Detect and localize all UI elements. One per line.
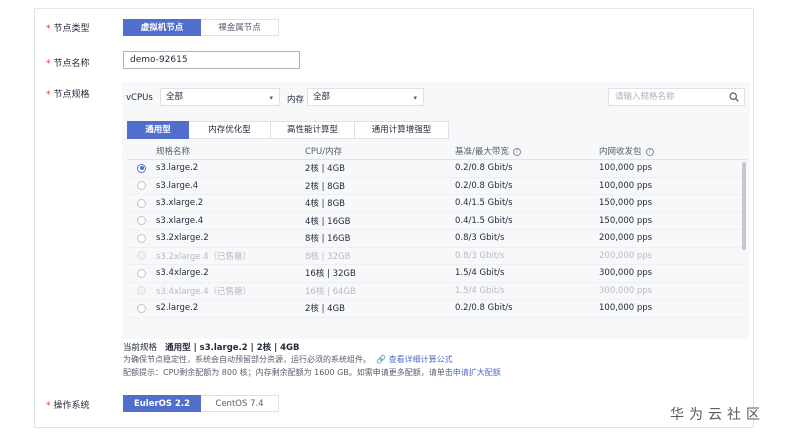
tab-memory-optimized[interactable]: 内存优化型 [189,121,271,139]
spec-radio[interactable] [137,181,146,191]
spec-radio[interactable] [137,198,146,208]
cpu-memory-cell: 8核 | 32GB [305,251,351,262]
calc-formula-link[interactable]: 查看详细计算公式 [389,355,453,364]
watermark: 华为云社区 [670,407,765,423]
current-spec-label: 当前规格 [123,343,158,353]
current-spec-value: 通用型 | s3.large.2 | 2核 | 4GB [165,343,300,353]
bandwidth-cell: 0.8/3 Gbit/s [455,250,505,261]
cpu-memory-cell: 2核 | 4GB [305,164,346,175]
memory-filter-label: 内存 [287,95,305,105]
spec-name-cell: s2.large.2 [156,303,199,314]
pps-cell: 150,000 pps [599,215,653,226]
quota-note: 配额提示：CPU剩余配额为 800 核；内存剩余配额为 1600 GB。如需申请… [123,368,501,377]
os-euleros-option[interactable]: EulerOS 2.2 [123,395,201,412]
pps-cell: 200,000 pps [599,233,653,244]
bandwidth-cell: 0.8/3 Gbit/s [455,233,505,244]
table-row: s3.4xlarge.4（已售罄） 16核 | 64GB 1.5/4 Gbit/s 3… [127,283,747,300]
spec-radio[interactable] [137,268,146,278]
table-row[interactable]: s3.xlarge.4 4核 | 16GB 0.4/1.5 Gbit/s 150,00… [127,213,747,230]
spec-name-cell: s3.4xlarge.4（已售罄） [156,286,252,297]
stability-note: 为确保节点稳定性，系统会自动预留部分资源，运行必须的系统组件。 🔗 查看详细计算… [123,355,453,364]
cpu-memory-cell: 4核 | 16GB [305,216,351,227]
spec-radio [137,251,146,261]
table-scrollbar[interactable] [742,162,746,250]
bandwidth-cell: 0.4/1.5 Gbit/s [455,198,513,209]
chevron-down-icon: ▾ [269,94,273,102]
node-name-input[interactable]: demo-92615 [123,51,300,69]
tab-high-performance[interactable]: 高性能计算型 [271,121,355,139]
spec-type-tabs: 通用型 内存优化型 高性能计算型 通用计算增强型 [127,121,449,139]
pps-cell: 100,000 pps [599,180,653,191]
spec-name-cell: s3.xlarge.2 [156,198,204,209]
spec-search-input[interactable]: 请输入规格名称 [608,88,745,106]
current-spec-summary: 当前规格 通用型 | s3.large.2 | 2核 | 4GB [123,341,300,353]
cpu-memory-cell: 8核 | 16GB [305,234,351,245]
bandwidth-cell: 1.5/4 Gbit/s [455,268,505,279]
os-centos-option[interactable]: CentOS 7.4 [201,395,279,412]
table-row[interactable]: s3.xlarge.2 4核 | 8GB 0.4/1.5 Gbit/s 150,000… [127,195,747,213]
pps-cell: 200,000 pps [599,250,653,261]
spec-name-cell: s3.large.4 [156,180,199,191]
spec-name-cell: s3.4xlarge.2 [156,268,209,279]
table-row: s3.2xlarge.4（已售罄） 8核 | 32GB 0.8/3 Gbit/s 20… [127,248,747,265]
spec-name-cell: s3.large.2 [156,163,199,174]
vcpus-select-value: 全部 [166,92,184,102]
spec-name-cell: s3.xlarge.4 [156,215,204,226]
cpu-memory-cell: 16核 | 64GB [305,286,356,297]
tab-general-enhanced[interactable]: 通用计算增强型 [355,121,449,139]
table-row[interactable]: s3.large.4 2核 | 8GB 0.2/0.8 Gbit/s 100,000 … [127,178,747,195]
header-cpu-memory: CPU/内存 [305,147,343,157]
bandwidth-cell: 0.4/1.5 Gbit/s [455,215,513,226]
node-type-selector: 虚拟机节点 裸金属节点 [123,19,279,36]
pps-cell: 100,000 pps [599,303,653,314]
spec-name-cell: s3.2xlarge.2 [156,233,209,244]
table-header: 规格名称 CPU/内存 基准/最大带宽? 内网收发包? [127,143,747,160]
request-quota-link[interactable]: 申请扩大配额 [453,368,501,377]
bandwidth-cell: 0.2/0.8 Gbit/s [455,303,513,314]
bandwidth-cell: 1.5/4 Gbit/s [455,285,505,296]
pps-cell: 300,000 pps [599,268,653,279]
bandwidth-cell: 0.2/0.8 Gbit/s [455,180,513,191]
bandwidth-cell: 0.2/0.8 Gbit/s [455,163,513,174]
help-icon[interactable]: ? [645,147,654,156]
tab-general[interactable]: 通用型 [127,121,189,139]
cpu-memory-cell: 2核 | 8GB [305,181,346,192]
spec-table: 规格名称 CPU/内存 基准/最大带宽? 内网收发包? s3.large.2 2核… [127,143,747,318]
cpu-memory-cell: 16核 | 32GB [305,269,356,280]
os-label: * 操作系统 [46,401,90,411]
spec-name-cell: s3.2xlarge.4（已售罄） [156,251,252,262]
os-selector: EulerOS 2.2 CentOS 7.4 [123,395,279,412]
bare-metal-node-option[interactable]: 裸金属节点 [201,19,279,36]
node-name-label: * 节点名称 [46,59,90,69]
header-bandwidth: 基准/最大带宽? [455,145,599,157]
header-pps: 内网收发包? [599,145,739,157]
table-row[interactable]: s2.large.2 2核 | 4GB 0.2/0.8 Gbit/s 100,000 … [127,300,747,318]
spec-radio[interactable] [137,216,146,226]
spec-radio[interactable] [137,233,146,243]
vcpus-select[interactable]: 全部 ▾ [160,88,280,106]
cpu-memory-cell: 2核 | 4GB [305,304,346,315]
link-icon: 🔗 [373,355,387,364]
spec-radio[interactable] [137,163,146,173]
spec-radio[interactable] [137,303,146,313]
node-type-label: * 节点类型 [46,24,90,34]
pps-cell: 100,000 pps [599,163,653,174]
pps-cell: 150,000 pps [599,198,653,209]
table-row[interactable]: s3.4xlarge.2 16核 | 32GB 1.5/4 Gbit/s 300,00… [127,265,747,283]
table-row[interactable]: s3.large.2 2核 | 4GB 0.2/0.8 Gbit/s 100,000 … [127,160,747,178]
memory-select-value: 全部 [313,92,331,102]
spec-radio [137,286,146,296]
header-spec-name: 规格名称 [156,147,191,157]
search-icon[interactable] [729,92,739,102]
search-placeholder: 请输入规格名称 [615,92,675,102]
chevron-down-icon: ▾ [413,94,417,102]
vcpus-filter-label: vCPUs [126,93,153,103]
vm-node-option[interactable]: 虚拟机节点 [123,19,201,36]
help-icon[interactable]: ? [512,147,521,156]
node-spec-label: * 节点规格 [46,90,90,100]
pps-cell: 300,000 pps [599,285,653,296]
cpu-memory-cell: 4核 | 8GB [305,199,346,210]
table-row[interactable]: s3.2xlarge.2 8核 | 16GB 0.8/3 Gbit/s 200,000… [127,230,747,248]
memory-select[interactable]: 全部 ▾ [307,88,424,106]
